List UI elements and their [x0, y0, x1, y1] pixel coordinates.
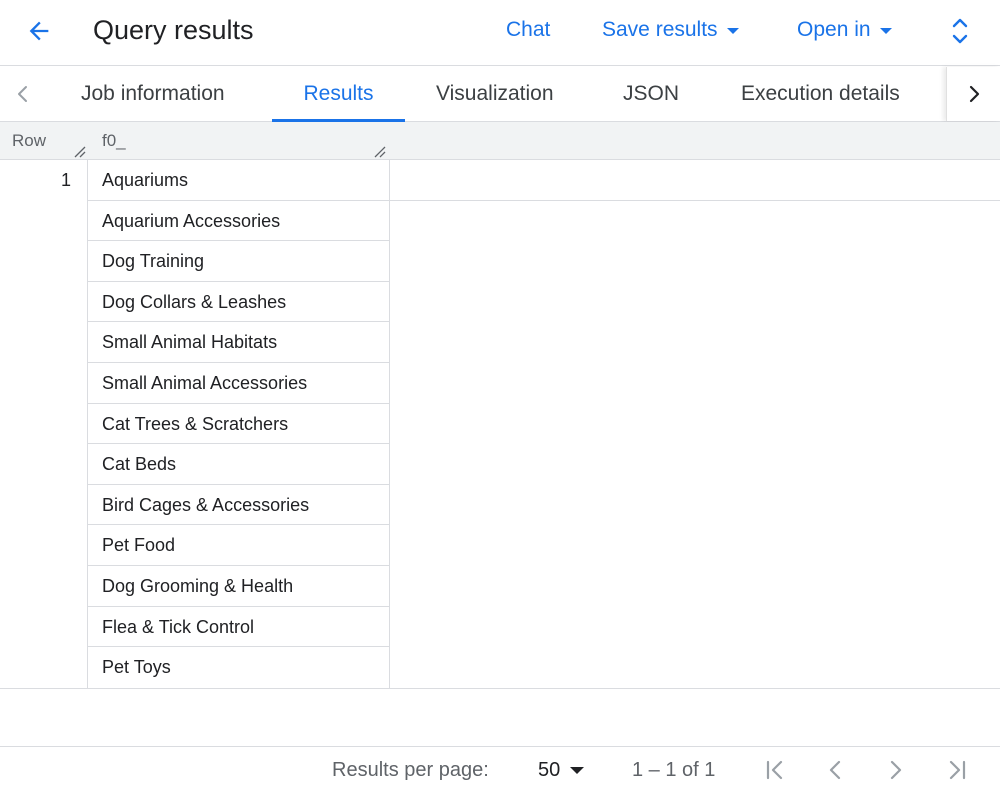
results-table-header: Row f0_	[0, 122, 1000, 160]
chat-button[interactable]: Chat	[506, 13, 550, 47]
first-page-icon	[766, 760, 783, 780]
caret-down-icon	[570, 766, 585, 774]
next-page-button[interactable]	[879, 753, 913, 787]
f0-value-list: Aquariums Aquarium Accessories Dog Train…	[88, 160, 390, 688]
row-divider	[389, 200, 1000, 201]
tab-job-information[interactable]: Job information	[81, 67, 225, 121]
app-header: Query results Chat Save results Open in	[0, 0, 1000, 66]
last-page-button[interactable]	[940, 753, 974, 787]
column-header-row: Row	[12, 131, 47, 150]
caret-down-icon	[879, 28, 892, 34]
table-cell: Dog Training	[88, 241, 389, 282]
previous-page-button[interactable]	[818, 753, 852, 787]
table-cell: Cat Beds	[88, 444, 389, 485]
results-table-body: 1 Aquariums Aquarium Accessories Dog Tra…	[0, 160, 1000, 689]
table-cell: Small Animal Accessories	[88, 363, 389, 404]
back-button[interactable]	[18, 12, 60, 50]
column-resize-icon[interactable]	[73, 144, 87, 158]
column-resize-icon[interactable]	[373, 144, 387, 158]
chevron-left-icon	[829, 760, 841, 780]
chevron-left-icon	[18, 86, 27, 102]
row-number: 1	[60, 170, 71, 190]
table-cell: Pet Food	[88, 525, 389, 566]
caret-down-icon	[726, 28, 739, 34]
tab-execution-details[interactable]: Execution details	[741, 67, 900, 121]
save-results-button[interactable]: Save results	[602, 13, 739, 47]
table-cell: Aquariums	[88, 160, 389, 201]
page-title: Query results	[93, 15, 254, 45]
table-cell: Aquarium Accessories	[88, 201, 389, 242]
tab-bar: Job information Results Visualization JS…	[0, 67, 1000, 122]
expand-toggle-button[interactable]	[944, 12, 976, 50]
last-page-icon	[949, 760, 966, 780]
table-cell: Bird Cages & Accessories	[88, 485, 389, 526]
pagination-bar: Results per page: 50 1 – 1 of 1	[0, 746, 1000, 792]
table-cell: Pet Toys	[102, 657, 171, 678]
table-cell: Flea & Tick Control	[88, 607, 389, 648]
table-cell: Small Animal Habitats	[88, 322, 389, 363]
save-results-label: Save results	[602, 18, 718, 41]
chevron-right-icon	[890, 760, 902, 780]
chevron-right-icon	[969, 85, 979, 103]
row-number-column: 1	[0, 160, 88, 688]
tab-scroll-left-button[interactable]	[0, 67, 46, 121]
results-per-page-value: 50	[538, 759, 561, 781]
column-header-f0: f0_	[102, 131, 126, 150]
tab-scroll-right-button[interactable]	[946, 67, 1000, 121]
first-page-button[interactable]	[758, 753, 792, 787]
pagination-range: 1 – 1 of 1	[632, 759, 716, 781]
results-per-page-select[interactable]: 50	[538, 747, 585, 792]
results-per-page-label: Results per page:	[332, 759, 489, 781]
tab-results[interactable]: Results	[272, 67, 405, 122]
table-cell: Dog Grooming & Health	[88, 566, 389, 607]
table-cell: Dog Collars & Leashes	[88, 282, 389, 323]
arrow-left-icon	[29, 21, 49, 41]
open-in-button[interactable]: Open in	[797, 13, 892, 47]
table-cell: Cat Trees & Scratchers	[88, 404, 389, 445]
unfold-icon	[952, 18, 968, 44]
open-in-label: Open in	[797, 18, 871, 41]
tab-visualization[interactable]: Visualization	[436, 67, 554, 121]
tab-json[interactable]: JSON	[623, 67, 679, 121]
